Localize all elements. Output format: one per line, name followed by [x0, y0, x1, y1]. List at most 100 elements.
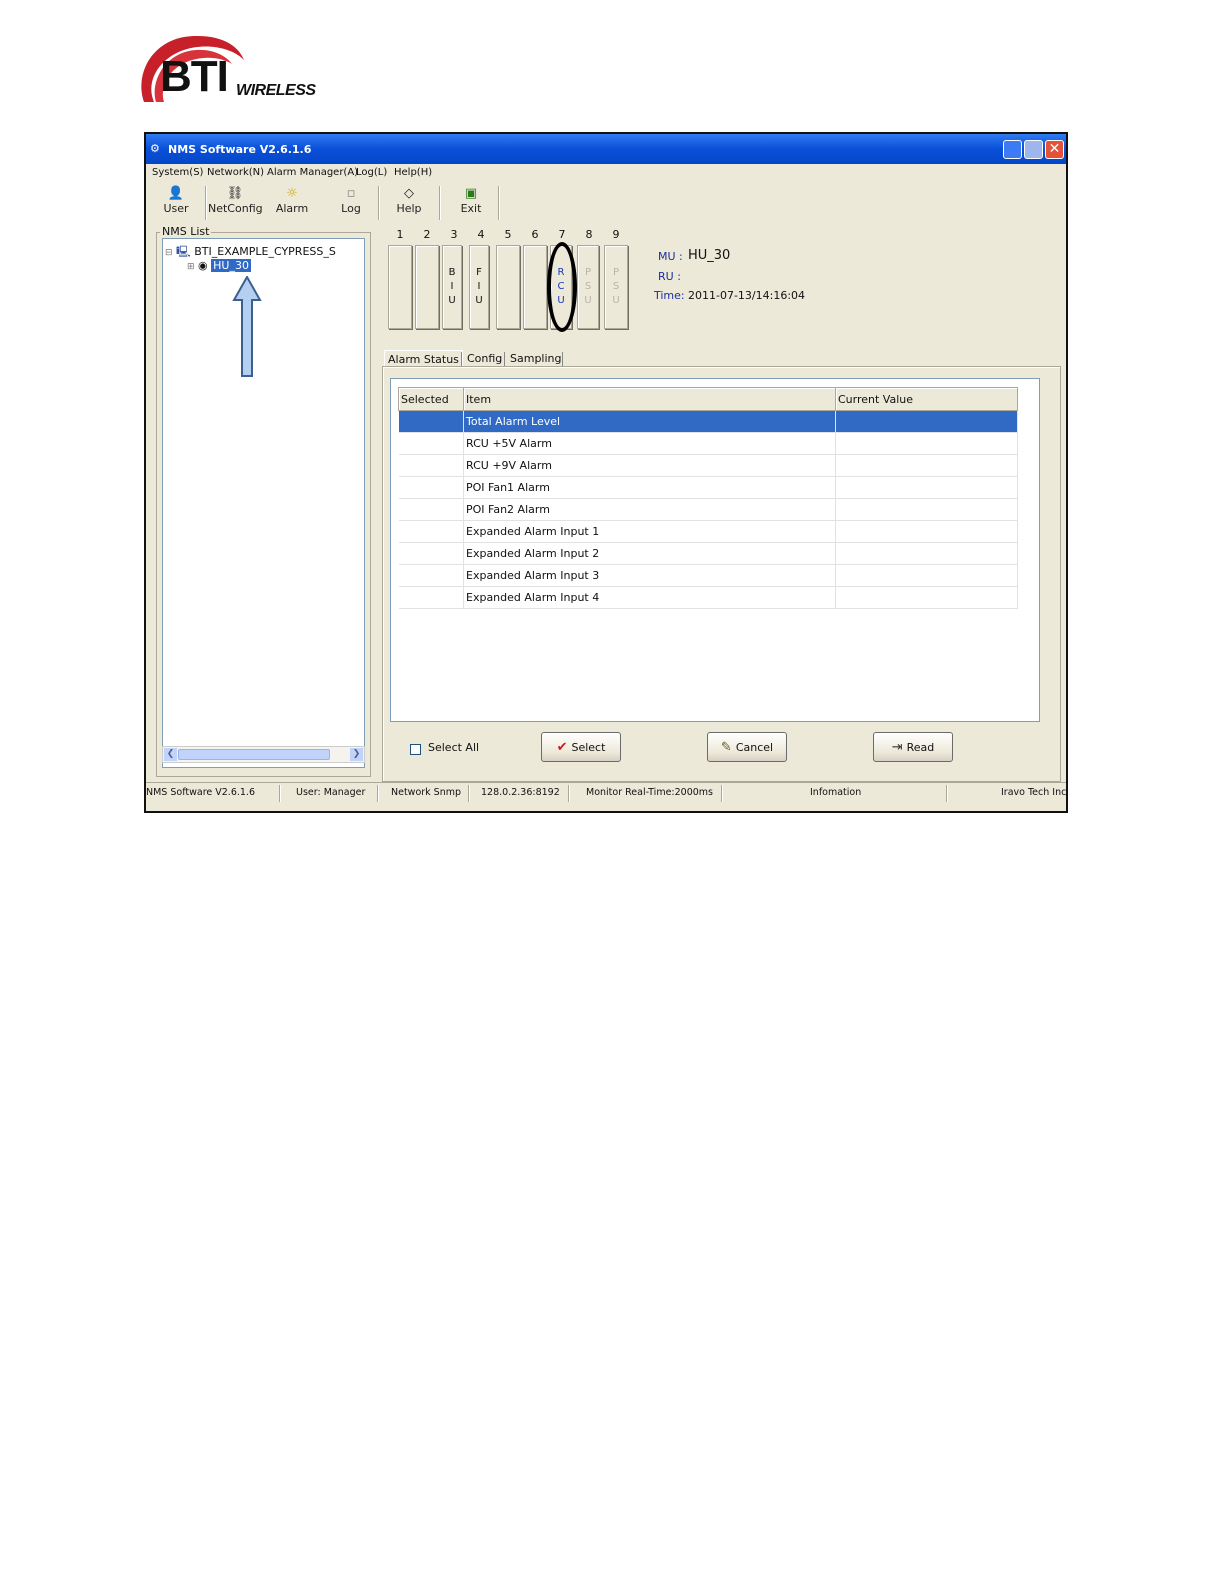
network-icon: ⛓	[226, 186, 244, 201]
ru-label: RU :	[658, 270, 681, 283]
alarm-label: Alarm	[275, 202, 309, 215]
table-row[interactable]: Expanded Alarm Input 4	[398, 586, 1018, 609]
select-all-label[interactable]: Select All	[428, 741, 479, 754]
alarm-button[interactable]: ☼ Alarm	[274, 186, 310, 215]
item-cell: RCU +5V Alarm	[463, 432, 836, 455]
mu-label: MU :	[658, 250, 683, 263]
selected-cell	[398, 542, 464, 565]
user-label: User	[163, 202, 189, 215]
rcu-highlight-ellipse	[547, 242, 577, 332]
logo-subtitle: WIRELESS	[236, 82, 316, 99]
menu-bar: System(S) Network(N) Alarm Manager(A) Lo…	[146, 164, 1066, 182]
user-icon: 👤	[167, 186, 185, 201]
selected-cell	[398, 476, 464, 499]
slot-card-psu-1[interactable]: PSU	[577, 245, 599, 329]
nms-list-label: NMS List	[160, 225, 212, 238]
table-row[interactable]: Expanded Alarm Input 3	[398, 564, 1018, 587]
table-row[interactable]: Expanded Alarm Input 1	[398, 520, 1018, 543]
tab-config[interactable]: Config	[464, 350, 505, 367]
status-monitor: Monitor Real-Time:2000ms	[586, 787, 713, 798]
value-cell	[835, 454, 1018, 477]
status-separator	[946, 785, 948, 802]
slot-number: 8	[585, 228, 593, 241]
column-header-item[interactable]: Item	[463, 387, 836, 411]
scroll-thumb[interactable]	[178, 749, 330, 760]
slot-card-biu[interactable]: BIU	[442, 245, 462, 329]
item-cell: Total Alarm Level	[463, 410, 836, 433]
menu-help[interactable]: Help(H)	[394, 167, 432, 178]
maximize-button[interactable]	[1024, 140, 1043, 159]
user-button[interactable]: 👤 User	[162, 186, 190, 215]
table-row[interactable]: POI Fan1 Alarm	[398, 476, 1018, 499]
status-company: Iravo Tech Inc	[1001, 787, 1067, 798]
slot-number: 5	[504, 228, 512, 241]
help-button[interactable]: ◇ Help	[392, 186, 426, 215]
checkmark-icon: ✔	[556, 739, 568, 755]
slot-number: 7	[558, 228, 566, 241]
selected-cell	[398, 586, 464, 609]
item-cell: POI Fan1 Alarm	[463, 476, 836, 499]
item-cell: Expanded Alarm Input 4	[463, 586, 836, 609]
tree-child-node[interactable]: ⊞ ◉ HU_30	[187, 259, 251, 272]
exit-button[interactable]: ▣ Exit	[456, 186, 486, 215]
slot-card-5[interactable]	[496, 245, 520, 329]
status-address: 128.0.2.36:8192	[481, 787, 560, 798]
tab-sampling[interactable]: Sampling	[507, 350, 565, 367]
column-header-selected[interactable]: Selected	[398, 387, 464, 411]
selected-cell	[398, 410, 464, 433]
select-button[interactable]: ✔ Select	[541, 732, 621, 762]
scroll-right-icon[interactable]: ❯	[350, 748, 363, 761]
menu-log[interactable]: Log(L)	[356, 167, 387, 178]
exit-icon: ▣	[464, 186, 478, 201]
help-label: Help	[396, 202, 422, 215]
value-cell	[835, 586, 1018, 609]
slot-number: 1	[396, 228, 404, 241]
computer-icon: 🖳	[176, 245, 191, 258]
netconfig-button[interactable]: ⛓ NetConfig	[208, 186, 263, 215]
menu-network[interactable]: Network(N)	[207, 167, 264, 178]
mu-value: HU_30	[688, 248, 731, 263]
selected-cell	[398, 564, 464, 587]
app-icon: ⚙	[150, 142, 160, 155]
slot-card-6[interactable]	[523, 245, 547, 329]
close-button[interactable]: ✕	[1045, 140, 1064, 159]
item-cell: Expanded Alarm Input 3	[463, 564, 836, 587]
expand-icon[interactable]: ⊞	[187, 262, 195, 272]
tree-horizontal-scrollbar[interactable]: ❮ ❯	[162, 746, 365, 763]
slot-card-1[interactable]	[388, 245, 412, 329]
menu-alarm-manager[interactable]: Alarm Manager(A)	[267, 167, 358, 178]
item-cell: RCU +9V Alarm	[463, 454, 836, 477]
title-bar: ⚙ NMS Software V2.6.1.6 ✕	[146, 134, 1066, 164]
nms-tree: ⊟ 🖳 BTI_EXAMPLE_CYPRESS_S ⊞ ◉ HU_30	[162, 238, 365, 768]
slot-card-fiu[interactable]: FIU	[469, 245, 489, 329]
value-cell	[835, 520, 1018, 543]
menu-system[interactable]: System(S)	[152, 167, 203, 178]
status-bar: NMS Software V2.6.1.6 User: Manager Netw…	[146, 782, 1066, 805]
status-separator	[568, 785, 570, 802]
scroll-left-icon[interactable]: ❮	[164, 748, 177, 761]
slot-number: 4	[477, 228, 485, 241]
collapse-icon[interactable]: ⊟	[165, 248, 173, 258]
alarm-icon: ☼	[286, 186, 298, 201]
table-row[interactable]: RCU +9V Alarm	[398, 454, 1018, 477]
table-row[interactable]: RCU +5V Alarm	[398, 432, 1018, 455]
table-row[interactable]: Expanded Alarm Input 2	[398, 542, 1018, 565]
slot-card-psu-2[interactable]: PSU	[604, 245, 628, 329]
app-window: ⚙ NMS Software V2.6.1.6 ✕ System(S) Netw…	[144, 132, 1068, 813]
status-separator	[377, 785, 379, 802]
minimize-button[interactable]	[1003, 140, 1022, 159]
log-icon: ▫	[346, 186, 356, 201]
value-cell	[835, 542, 1018, 565]
status-separator	[279, 785, 281, 802]
table-row[interactable]: POI Fan2 Alarm	[398, 498, 1018, 521]
slot-number: 3	[450, 228, 458, 241]
tree-child-label: HU_30	[211, 259, 251, 272]
annotation-arrow	[232, 276, 262, 377]
column-header-current-value[interactable]: Current Value	[835, 387, 1018, 411]
select-all-checkbox[interactable]	[410, 744, 421, 755]
table-row[interactable]: Total Alarm Level	[398, 410, 1018, 433]
cancel-button[interactable]: ✎ Cancel	[707, 732, 787, 762]
log-button[interactable]: ▫ Log	[336, 186, 366, 215]
slot-card-2[interactable]	[415, 245, 439, 329]
read-button[interactable]: ⇥ Read	[873, 732, 953, 762]
